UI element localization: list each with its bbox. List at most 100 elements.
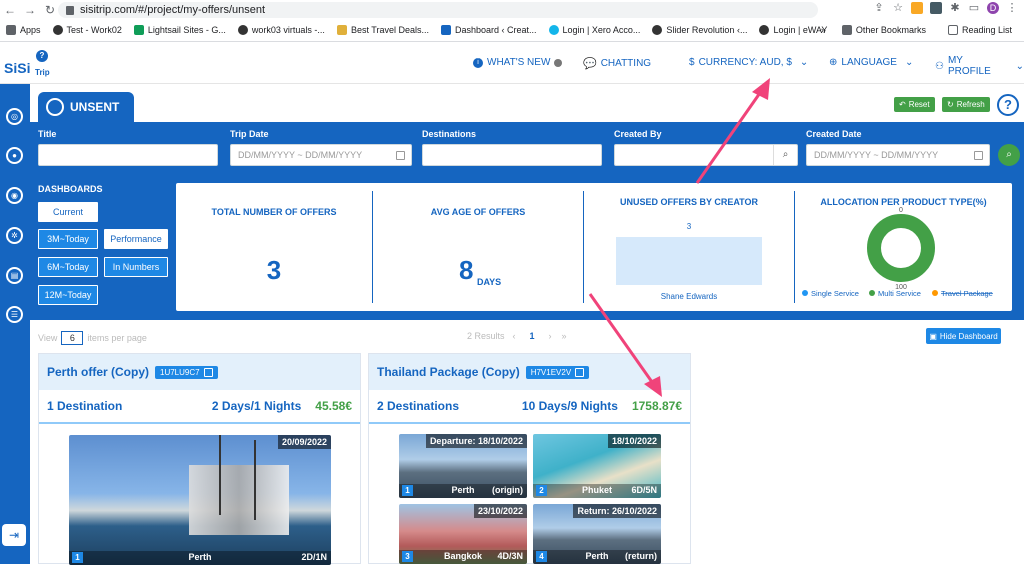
created-date-input[interactable]: DD/MM/YYYY ~ DD/MM/YYYY bbox=[806, 144, 990, 166]
view-in-numbers-button[interactable]: In Numbers bbox=[104, 257, 168, 277]
bar-chart: 3 Shane Edwards bbox=[616, 222, 762, 301]
offers-icon[interactable]: ◎ bbox=[6, 108, 23, 125]
offer-code-badge[interactable]: H7V1EV2V bbox=[525, 365, 590, 379]
bookmark[interactable]: Slider Revolution ‹... bbox=[646, 25, 753, 35]
lock-icon bbox=[66, 5, 74, 15]
puzzle-icon[interactable]: ✱ bbox=[949, 2, 961, 14]
forward-icon[interactable]: → bbox=[20, 3, 40, 17]
destinations-count: 1 Destination bbox=[47, 399, 123, 413]
copy-icon[interactable] bbox=[575, 367, 585, 377]
bookmark[interactable]: work03 virtuals -... bbox=[232, 25, 331, 35]
collapse-sidebar-icon[interactable]: ⇥ bbox=[2, 524, 26, 546]
period-current-button[interactable]: Current bbox=[38, 202, 98, 222]
reset-button[interactable]: ↶ Reset bbox=[894, 97, 935, 112]
extension-icon[interactable] bbox=[911, 2, 923, 14]
offer-card[interactable]: Perth offer (Copy) 1U7LU9C7 1 Destinatio… bbox=[38, 353, 361, 565]
view-performance-button[interactable]: Performance bbox=[104, 229, 168, 249]
profile-icon[interactable]: ● bbox=[6, 147, 23, 164]
profile-avatar[interactable]: D bbox=[987, 2, 999, 14]
bookmark[interactable]: Dashboard ‹ Creat... bbox=[435, 25, 543, 35]
offer-name[interactable]: Perth offer (Copy) bbox=[47, 365, 149, 379]
avg-age-value: 8 bbox=[459, 255, 474, 285]
mast-graphic bbox=[219, 435, 221, 515]
star-icon[interactable]: ☆ bbox=[892, 2, 904, 14]
menu-icon[interactable]: ⋮ bbox=[1006, 2, 1018, 14]
other-bookmarks[interactable]: Other Bookmarks bbox=[836, 25, 932, 35]
github-icon bbox=[52, 25, 63, 35]
legend-label: Travel Package bbox=[941, 289, 993, 298]
prev-page-icon[interactable]: ‹ bbox=[513, 331, 516, 341]
last-page-icon[interactable]: » bbox=[562, 331, 567, 341]
calendar-icon bbox=[396, 151, 405, 160]
title-label: Title bbox=[38, 129, 57, 139]
reading-list-icon bbox=[947, 25, 958, 35]
url-text: sisitrip.com/#/project/my-offers/unsent bbox=[80, 4, 266, 16]
extension-icon[interactable] bbox=[930, 2, 942, 14]
share-icon[interactable]: ⇪ bbox=[873, 2, 885, 14]
refresh-button[interactable]: ↻ Refresh bbox=[942, 97, 990, 112]
destination-photo[interactable]: Departure: 18/10/2022 1 Perth (origin) bbox=[399, 434, 527, 498]
bookmark[interactable]: Test - Work02 bbox=[47, 25, 128, 35]
settings-list-icon[interactable]: ☰ bbox=[6, 306, 23, 323]
offer-name[interactable]: Thailand Package (Copy) bbox=[377, 365, 520, 379]
target-icon[interactable]: ◉ bbox=[6, 187, 23, 204]
bookmark[interactable]: Best Travel Deals... bbox=[331, 25, 435, 35]
created-by-input[interactable]: ⌕ bbox=[614, 144, 798, 166]
offer-card[interactable]: Thailand Package (Copy) H7V1EV2V 2 Desti… bbox=[368, 353, 691, 564]
legend-marker bbox=[932, 290, 938, 296]
title-input[interactable] bbox=[38, 144, 218, 166]
document-icon[interactable]: ▤ bbox=[6, 267, 23, 284]
destinations-input[interactable] bbox=[422, 144, 602, 166]
destination-photo[interactable]: 23/10/2022 3 Bangkok 4D/3N bbox=[399, 504, 527, 564]
bookmarks-bar: Apps Test - Work02 Lightsail Sites - G..… bbox=[0, 21, 1024, 39]
search-button[interactable]: ⌕ bbox=[998, 144, 1020, 166]
bookmark[interactable]: Login | Xero Acco... bbox=[543, 25, 647, 35]
created-by-label: Created By bbox=[614, 129, 662, 139]
offers-area: View 6 items per page 2 Results ‹ 1 › » … bbox=[30, 320, 1024, 565]
chatting-link[interactable]: 💬 CHATTING bbox=[583, 57, 651, 70]
bookmark[interactable]: Lightsail Sites - G... bbox=[128, 25, 232, 35]
period-12m-button[interactable]: 12M~Today bbox=[38, 285, 98, 305]
period-3m-button[interactable]: 3M~Today bbox=[38, 229, 98, 249]
per-page-select[interactable]: 6 bbox=[61, 331, 84, 345]
reading-list[interactable]: Reading List bbox=[942, 25, 1018, 35]
logo[interactable]: SiSi ? Trip bbox=[4, 48, 52, 80]
trip-date-label: Trip Date bbox=[230, 129, 269, 139]
search-icon[interactable]: ⌕ bbox=[773, 145, 797, 165]
sidebar: ◎ ● ◉ ✲ ▤ ☰ ⇥ bbox=[0, 84, 30, 564]
duration: 10 Days/9 Nights bbox=[521, 399, 618, 413]
trip-date-input[interactable]: DD/MM/YYYY ~ DD/MM/YYYY bbox=[230, 144, 412, 166]
language-dropdown[interactable]: ⊕ LANGUAGE ⌄ bbox=[829, 57, 913, 68]
back-icon[interactable]: ← bbox=[0, 3, 20, 17]
profile-dropdown[interactable]: ⚇ MY PROFILE ⌄ bbox=[935, 55, 1024, 77]
legend-label: Single Service bbox=[811, 289, 859, 298]
inbox-icon bbox=[46, 98, 64, 116]
next-page-icon[interactable]: › bbox=[549, 331, 552, 341]
chat-icon: 💬 bbox=[583, 58, 597, 70]
currency-dropdown[interactable]: $ CURRENCY: AUD, $ ⌄ bbox=[689, 57, 808, 68]
bookmarks-overflow[interactable]: » bbox=[821, 25, 826, 35]
whats-new-link[interactable]: i WHAT'S NEW bbox=[473, 57, 563, 68]
reload-icon[interactable]: ↻ bbox=[40, 3, 60, 17]
bar-value-label: 3 bbox=[687, 222, 692, 231]
destination-photo[interactable]: Return: 26/10/2022 4 Perth (return) bbox=[533, 504, 661, 564]
chevron-down-icon: ⌄ bbox=[904, 57, 914, 68]
offer-code-badge[interactable]: 1U7LU9C7 bbox=[155, 365, 218, 379]
photo-duration: (origin) bbox=[492, 485, 523, 495]
period-6m-button[interactable]: 6M~Today bbox=[38, 257, 98, 277]
copy-icon[interactable] bbox=[203, 367, 213, 377]
hide-icon: ▣ bbox=[929, 331, 937, 341]
bookmark-apps[interactable]: Apps bbox=[0, 25, 47, 35]
legend-marker bbox=[802, 290, 808, 296]
globe-icon: ⊕ bbox=[829, 57, 838, 68]
network-icon[interactable]: ✲ bbox=[6, 227, 23, 244]
hide-dashboard-button[interactable]: ▣ Hide Dashboard bbox=[926, 328, 1001, 344]
photo-city: Perth bbox=[188, 552, 212, 562]
help-button[interactable]: ? bbox=[997, 94, 1019, 116]
address-bar[interactable]: sisitrip.com/#/project/my-offers/unsent bbox=[58, 2, 818, 18]
destination-photo[interactable]: 20/09/2022 1 Perth 2D/1N bbox=[69, 435, 331, 565]
cast-icon[interactable]: ▭ bbox=[968, 2, 980, 14]
destination-photo[interactable]: 18/10/2022 2 Phuket 6D/5N bbox=[533, 434, 661, 498]
current-page[interactable]: 1 bbox=[530, 331, 535, 341]
tab-unsent[interactable]: UNSENT bbox=[38, 92, 134, 122]
